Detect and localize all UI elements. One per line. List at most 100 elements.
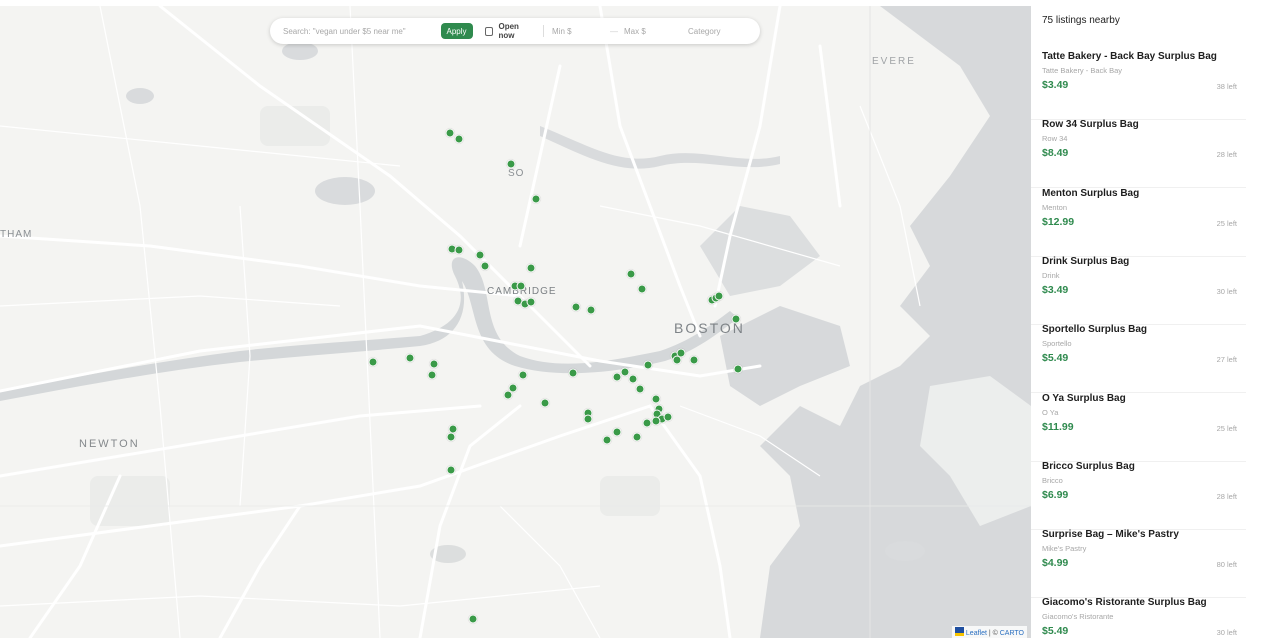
listing-price: $5.49 [1042, 625, 1069, 638]
map-attribution: Leaflet | © CARTO [951, 626, 1027, 638]
listing-price: $3.49 [1042, 283, 1069, 296]
map-marker[interactable] [642, 418, 652, 428]
apply-button[interactable]: Apply [440, 23, 473, 39]
map-marker[interactable] [672, 355, 682, 365]
range-dash: — [610, 26, 619, 36]
listing-vendor: Tatte Bakery - Back Bay [1042, 66, 1123, 75]
label-newton: NEWTON [79, 438, 140, 450]
map-marker[interactable] [651, 394, 661, 404]
map-marker[interactable] [628, 374, 638, 384]
listing-vendor: Sportello [1042, 339, 1072, 349]
map-marker[interactable] [518, 370, 528, 380]
map-marker[interactable] [612, 427, 622, 437]
label-tham: THAM [0, 229, 33, 240]
listing-remaining: 28 left [1216, 491, 1237, 501]
listing-price: $3.49 [1042, 79, 1069, 91]
map-marker[interactable] [503, 390, 513, 400]
min-price-input[interactable] [550, 25, 607, 37]
listing-remaining: 30 left [1216, 286, 1237, 296]
listing-vendor: Menton [1042, 202, 1068, 212]
map-marker[interactable] [368, 357, 378, 367]
listing-card[interactable]: Menton Surplus Bag Menton $12.99 25 left [1031, 188, 1246, 257]
listing-vendor: Row 34 [1042, 134, 1068, 144]
listing-card[interactable]: Surprise Bag – Mike's Pastry Mike's Pastr… [1031, 529, 1246, 599]
listing-card[interactable]: Bricco Surplus Bag Bricco $6.99 28 left [1031, 461, 1246, 530]
map-marker[interactable] [635, 384, 645, 394]
map-marker[interactable] [663, 412, 673, 422]
map-marker[interactable] [689, 355, 699, 365]
listing-card[interactable]: Row 34 Surplus Bag Row 34 $8.49 28 left [1031, 119, 1246, 189]
listing-title: Row 34 Surplus Bag [1042, 119, 1139, 131]
listing-remaining: 80 left [1216, 560, 1237, 570]
listing-price: $8.49 [1042, 147, 1069, 160]
map-marker[interactable] [475, 250, 485, 260]
listing-card[interactable]: O Ya Surplus Bag O Ya $11.99 25 left [1031, 393, 1246, 462]
listing-title: Surprise Bag – Mike's Pastry [1042, 529, 1179, 541]
map-marker[interactable] [468, 614, 478, 624]
map-marker[interactable] [733, 364, 743, 374]
map-marker[interactable] [637, 284, 647, 294]
map-marker[interactable] [571, 302, 581, 312]
carto-link[interactable]: CARTO [1000, 630, 1024, 637]
map[interactable]: EVERE SO CAMBRIDGE BOSTON NEWTON THAM Ap… [0, 6, 1031, 638]
map-marker[interactable] [626, 269, 636, 279]
listing-vendor: Mike's Pastry [1042, 544, 1087, 554]
separator [543, 25, 545, 37]
map-marker[interactable] [446, 465, 456, 475]
map-marker[interactable] [731, 314, 741, 324]
map-marker[interactable] [427, 370, 437, 380]
listing-vendor: Drink [1042, 270, 1060, 280]
listing-card[interactable]: Drink Surplus Bag Drink $3.49 30 left [1031, 256, 1246, 325]
open-now-checkbox[interactable] [484, 26, 494, 36]
map-marker[interactable] [632, 432, 642, 442]
listing-card[interactable]: Giacomo's Ristorante Surplus Bag Giacomo'… [1031, 597, 1246, 642]
map-marker[interactable] [445, 128, 455, 138]
listing-remaining: 25 left [1216, 218, 1237, 228]
listing-card[interactable]: Sportello Surplus Bag Sportello $5.49 27 le… [1031, 324, 1246, 394]
listing-remaining: 27 left [1216, 355, 1237, 365]
listing-title: Tatte Bakery - Back Bay Surplus Bag [1042, 51, 1217, 62]
map-marker[interactable] [531, 194, 541, 204]
map-marker[interactable] [526, 263, 536, 273]
listing-remaining: 28 left [1216, 150, 1237, 160]
search-input[interactable] [281, 25, 435, 37]
map-marker[interactable] [602, 435, 612, 445]
map-marker[interactable] [643, 360, 653, 370]
listing-price: $4.99 [1042, 557, 1069, 570]
map-marker[interactable] [480, 261, 490, 271]
map-marker[interactable] [405, 353, 415, 363]
map-marker[interactable] [620, 367, 630, 377]
map-marker[interactable] [714, 291, 724, 301]
category-input[interactable] [686, 25, 761, 37]
listing-title: O Ya Surplus Bag [1042, 392, 1126, 404]
search-bar: Apply Open now — [270, 18, 761, 44]
listing-vendor: O Ya [1042, 407, 1059, 417]
map-marker[interactable] [586, 305, 596, 315]
open-now-toggle[interactable]: Open now [484, 22, 538, 40]
map-marker[interactable] [583, 414, 593, 424]
max-price-input[interactable] [622, 25, 687, 37]
map-marker[interactable] [568, 368, 578, 378]
map-marker[interactable] [429, 359, 439, 369]
map-marker[interactable] [651, 416, 661, 426]
listing-vendor: Giacomo's Ristorante [1042, 612, 1114, 622]
listing-remaining: 38 left [1216, 82, 1237, 91]
map-marker[interactable] [454, 245, 464, 255]
map-marker[interactable] [454, 134, 464, 144]
flag-icon [954, 627, 964, 636]
listing-card[interactable]: Tatte Bakery - Back Bay Surplus Bag Tatte… [1031, 51, 1246, 120]
listing-price: $12.99 [1042, 215, 1075, 228]
map-marker[interactable] [446, 432, 456, 442]
attribution-separator: | © [986, 630, 1000, 637]
listing-remaining: 25 left [1216, 423, 1237, 433]
map-marker[interactable] [540, 398, 550, 408]
leaflet-link[interactable]: Leaflet [966, 630, 987, 637]
listing-price: $5.49 [1042, 352, 1069, 365]
map-marker[interactable] [516, 281, 526, 291]
open-now-label: Open now [498, 22, 519, 40]
label-so: SO [508, 168, 525, 179]
map-marker[interactable] [526, 297, 536, 307]
listings-sidebar: 75 listings nearby Tatte Bakery - Back B… [1031, 0, 1268, 642]
map-marker[interactable] [506, 159, 516, 169]
listing-count: 75 listings nearby [1042, 15, 1120, 26]
